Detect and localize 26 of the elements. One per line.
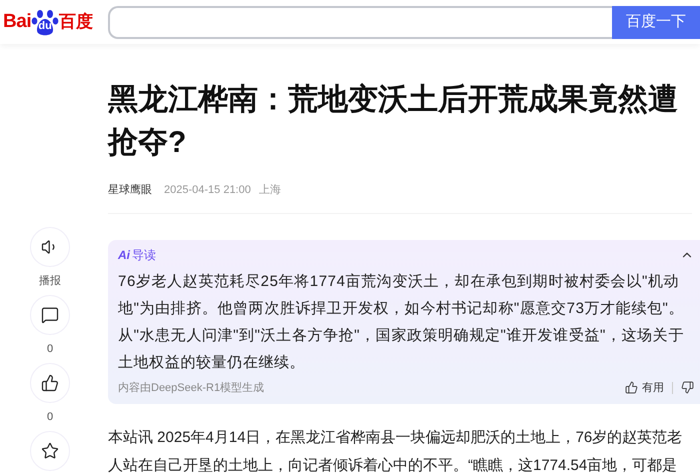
summary-title: 导读 <box>132 246 156 264</box>
thumbs-up-button[interactable] <box>30 363 70 403</box>
location: 上海 <box>258 183 281 198</box>
action-label: 0 <box>46 412 54 423</box>
thumbs-down-icon <box>681 381 694 394</box>
search-button[interactable]: 百度一下 <box>612 6 700 38</box>
publish-time: 2025-04-15 21:00 <box>164 183 251 198</box>
star-button[interactable] <box>30 431 70 471</box>
action-label: 0 <box>46 344 54 355</box>
author[interactable]: 星球鹰眼 <box>108 182 152 198</box>
logo[interactable]: Bai du 百度 <box>0 8 108 36</box>
comment-icon <box>41 306 59 324</box>
star-icon <box>41 442 59 460</box>
comment-button[interactable] <box>30 295 70 335</box>
thumbs-up-icon <box>625 381 638 394</box>
useful-button[interactable]: 有用 <box>625 380 664 396</box>
article-body: 本站讯 2025年4月14日，在黑龙江省桦南县一块偏远却肥沃的土地上，76岁的赵英范老人站在自己开垦的土地上，向记者倾诉着心中的不平。“瞧瞧，这1774.54亩地，可都是 <box>108 428 684 473</box>
article-title: 黑龙江桦南：荒地变沃土后开荒成果竟然遭抢夺? <box>108 82 679 161</box>
ai-label: Ai <box>118 246 130 264</box>
source-note: 内容由DeepSeek-R1模型生成 <box>118 380 264 396</box>
not-useful-button[interactable] <box>681 381 694 394</box>
search-field[interactable] <box>108 6 612 38</box>
speaker-button[interactable] <box>30 227 70 267</box>
action-label: 播报 <box>39 276 61 287</box>
thumbs-up-icon <box>41 374 59 392</box>
summary-text: 76岁老人赵英范耗尽25年将1774亩荒沟变沃土，却在承包到期时被村委会以"机动地"为由排挤。他曾两次胜诉捍卫开发权，如今村书记却称"愿意交73万才能续包"。从"水患无人问津"到"沃土各方争抢"，国家政策明确规定"谁开发谁受益"，这场关于土地权益的较量仍在继续。 <box>118 272 686 372</box>
